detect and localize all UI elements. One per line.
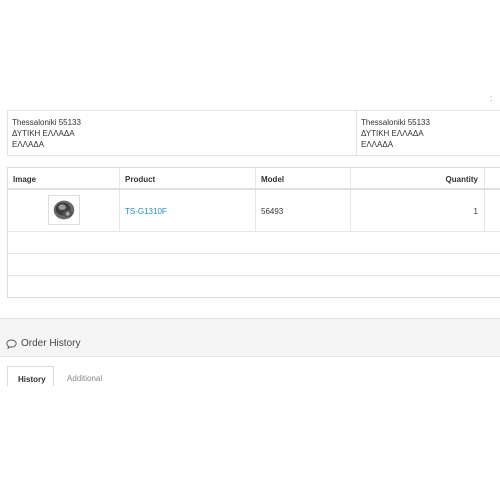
order-history-header: Order History (0, 330, 500, 357)
header-model: Model (256, 168, 351, 188)
product-thumbnail[interactable] (48, 195, 80, 225)
header-overflow (485, 168, 500, 188)
table-header-row: Image Product Model Quantity (8, 168, 500, 190)
payment-address: Thessaloniki 55133 ΔΥΤΙΚΗ ΕΛΛΑΔΑ ΕΛΛΑΔΑ (7, 110, 356, 156)
comment-icon (6, 339, 17, 349)
table-row (8, 232, 500, 254)
tab-additional[interactable]: Additional (67, 374, 102, 383)
history-tabs: History Additional (7, 366, 500, 386)
order-products-table: Image Product Model Quantity TS-G1310F 5… (7, 167, 500, 298)
table-row (8, 276, 500, 298)
order-history-title: Order History (21, 338, 81, 349)
panel-divider (0, 318, 500, 330)
product-name-cell: TS-G1310F (120, 190, 256, 231)
address-city: Thessaloniki 55133 (361, 118, 430, 127)
quantity-cell: 1 (351, 190, 485, 231)
header-image: Image (8, 168, 120, 188)
table-row: TS-G1310F 56493 1 (8, 190, 500, 232)
address-country: ΕΛΛΑΔΑ (361, 140, 394, 149)
product-image-cell (8, 190, 120, 231)
address-country: ΕΛΛΑΔΑ (12, 140, 45, 149)
speaker-product-icon (53, 200, 75, 220)
product-link[interactable]: TS-G1310F (125, 207, 167, 216)
address-city: Thessaloniki 55133 (12, 118, 81, 127)
tab-history[interactable]: History (7, 366, 54, 386)
address-region: ΔΥΤΙΚΗ ΕΛΛΑΔΑ (361, 129, 424, 138)
totals-overflow-mark: : (490, 94, 493, 103)
header-quantity: Quantity (351, 168, 485, 188)
address-region: ΔΥΤΙΚΗ ΕΛΛΑΔΑ (12, 129, 75, 138)
model-cell: 56493 (256, 190, 351, 231)
overflow-cell (485, 190, 500, 231)
shipping-address: Thessaloniki 55133 ΔΥΤΙΚΗ ΕΛΛΑΔΑ ΕΛΛΑΔΑ (356, 110, 500, 156)
table-row (8, 254, 500, 276)
header-product: Product (120, 168, 256, 188)
